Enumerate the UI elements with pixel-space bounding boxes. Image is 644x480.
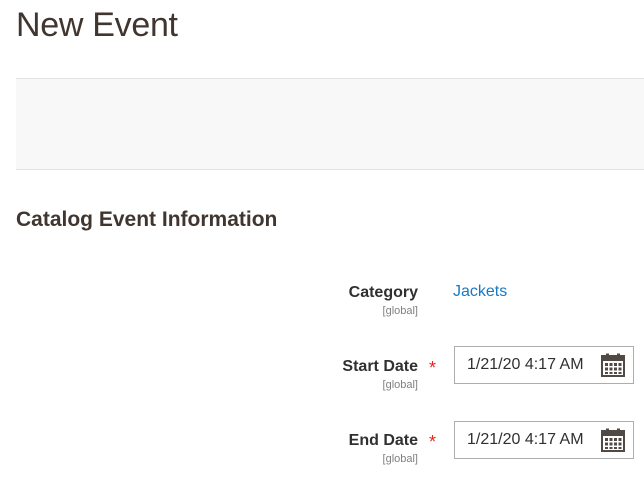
category-scope: [global] <box>382 305 418 317</box>
page: New Event Catalog Event Information Cate… <box>0 0 644 480</box>
calendar-icon[interactable] <box>601 428 625 452</box>
section-title: Catalog Event Information <box>16 208 278 231</box>
end-date-label: End Date <box>348 432 418 449</box>
start-date-label: Start Date <box>342 358 418 375</box>
end-date-field <box>454 421 634 459</box>
end-date-scope: [global] <box>382 453 418 465</box>
category-link[interactable]: Jackets <box>453 282 507 302</box>
category-label: Category <box>348 284 418 301</box>
start-date-scope: [global] <box>382 379 418 391</box>
page-title: New Event <box>16 6 178 44</box>
start-date-input[interactable] <box>455 347 595 383</box>
start-date-required-mark: * <box>429 358 437 378</box>
start-date-field <box>454 346 634 384</box>
end-date-input[interactable] <box>455 422 595 458</box>
end-date-required-mark: * <box>429 432 437 452</box>
page-actions-bar <box>16 78 644 170</box>
calendar-icon[interactable] <box>601 353 625 377</box>
